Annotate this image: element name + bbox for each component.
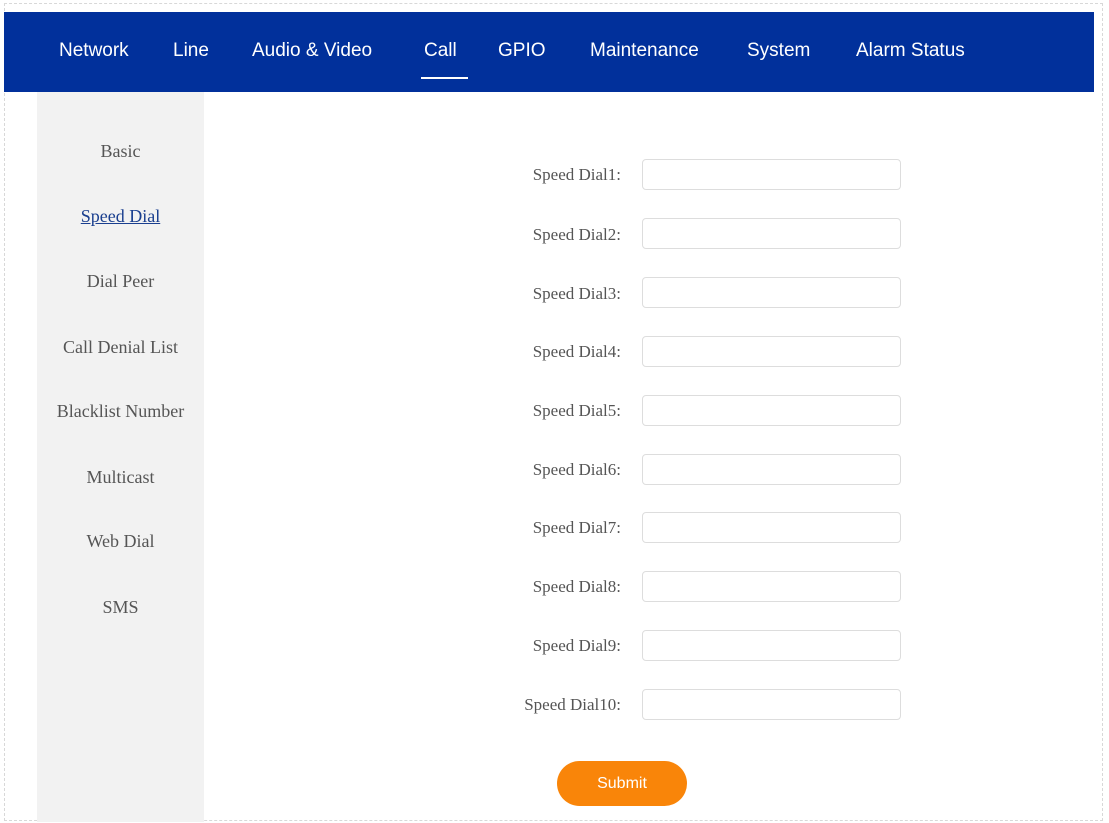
speed-dial-6-input[interactable] — [642, 454, 901, 485]
nav-tab-network[interactable]: Network — [59, 39, 129, 63]
sidebar-item-multicast[interactable]: Multicast — [37, 466, 204, 488]
speed-dial-6-label: Speed Dial6: — [532, 460, 621, 479]
nav-tab-line[interactable]: Line — [173, 39, 209, 63]
sidebar-item-basic[interactable]: Basic — [37, 140, 204, 162]
speed-dial-5-label: Speed Dial5: — [532, 401, 621, 420]
speed-dial-8-input[interactable] — [642, 571, 901, 602]
speed-dial-7-label: Speed Dial7: — [532, 518, 621, 537]
speed-dial-9-input[interactable] — [642, 630, 901, 661]
speed-dial-10-label: Speed Dial10: — [524, 695, 621, 714]
speed-dial-4-input[interactable] — [642, 336, 901, 367]
nav-tab-alarm-status[interactable]: Alarm Status — [856, 39, 965, 63]
speed-dial-2-label: Speed Dial2: — [532, 225, 621, 244]
speed-dial-8-label: Speed Dial8: — [532, 577, 621, 596]
sidebar-item-dial-peer[interactable]: Dial Peer — [37, 270, 204, 292]
sidebar-item-sms[interactable]: SMS — [37, 596, 204, 618]
speed-dial-4-label: Speed Dial4: — [532, 342, 621, 361]
sidebar: Basic Speed Dial Dial Peer Call Denial L… — [37, 92, 204, 822]
nav-tab-call[interactable]: Call — [424, 39, 457, 63]
speed-dial-5-input[interactable] — [642, 395, 901, 426]
nav-tab-system[interactable]: System — [747, 39, 810, 63]
speed-dial-1-label: Speed Dial1: — [532, 165, 621, 184]
submit-button[interactable]: Submit — [557, 761, 687, 806]
nav-tab-maintenance[interactable]: Maintenance — [590, 39, 699, 63]
sidebar-item-web-dial[interactable]: Web Dial — [37, 530, 204, 552]
nav-tab-audio-video[interactable]: Audio & Video — [252, 39, 372, 63]
sidebar-item-call-denial-list[interactable]: Call Denial List — [37, 336, 204, 358]
sidebar-item-blacklist-number[interactable]: Blacklist Number — [37, 400, 204, 422]
speed-dial-3-input[interactable] — [642, 277, 901, 308]
speed-dial-7-input[interactable] — [642, 512, 901, 543]
top-nav-bar: Network Line Audio & Video Call GPIO Mai… — [4, 12, 1094, 92]
speed-dial-3-label: Speed Dial3: — [532, 284, 621, 303]
speed-dial-9-label: Speed Dial9: — [532, 636, 621, 655]
speed-dial-2-input[interactable] — [642, 218, 901, 249]
sidebar-item-speed-dial[interactable]: Speed Dial — [37, 205, 204, 227]
nav-tab-gpio[interactable]: GPIO — [498, 39, 546, 63]
nav-active-underline — [421, 77, 468, 79]
speed-dial-10-input[interactable] — [642, 689, 901, 720]
speed-dial-1-input[interactable] — [642, 159, 901, 190]
